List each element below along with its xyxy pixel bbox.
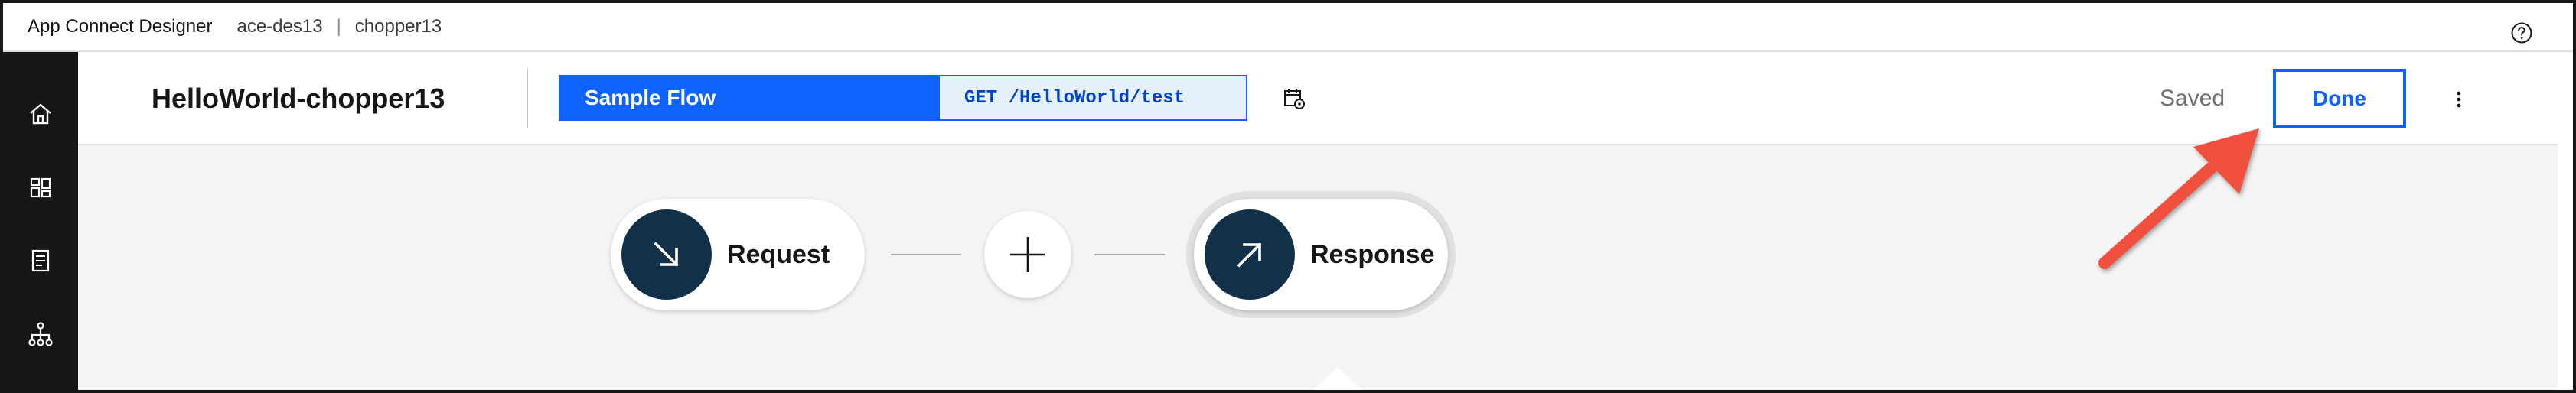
save-status: Saved bbox=[2160, 86, 2225, 111]
help-circle-icon[interactable] bbox=[2510, 21, 2533, 44]
flow-info-pill: Sample Flow GET /HelloWorld/test bbox=[559, 75, 1247, 121]
toolbar-divider bbox=[527, 69, 528, 128]
connector-line bbox=[891, 254, 961, 255]
top-header: App Connect Designer ace-des13 | chopper… bbox=[3, 3, 2573, 52]
instance-name: ace-des13 bbox=[236, 16, 323, 37]
panel-pointer bbox=[1307, 367, 1368, 390]
user-name: chopper13 bbox=[354, 16, 442, 37]
response-node-icon bbox=[1205, 209, 1295, 300]
flow-title[interactable]: HelloWorld-chopper13 bbox=[152, 83, 445, 115]
flow-endpoint[interactable]: GET /HelloWorld/test bbox=[940, 76, 1246, 119]
connector-line bbox=[1094, 254, 1165, 255]
done-button[interactable]: Done bbox=[2273, 69, 2406, 128]
home-icon[interactable] bbox=[26, 99, 55, 128]
arrow-down-right-icon bbox=[654, 242, 679, 267]
catalog-icon[interactable] bbox=[26, 246, 55, 275]
flow-type-label: Sample Flow bbox=[560, 76, 940, 119]
add-icon bbox=[1010, 237, 1045, 272]
dashboard-icon[interactable] bbox=[26, 173, 55, 202]
app-name[interactable]: App Connect Designer bbox=[28, 16, 212, 37]
request-node[interactable]: Request bbox=[611, 199, 865, 310]
request-node-icon bbox=[621, 209, 712, 300]
response-node-label: Response bbox=[1310, 239, 1435, 269]
add-step-button[interactable] bbox=[984, 211, 1071, 298]
network-icon[interactable] bbox=[26, 320, 55, 349]
app-window: App Connect Designer ace-des13 | chopper… bbox=[0, 0, 2576, 393]
response-node[interactable]: Response bbox=[1194, 199, 1448, 310]
calendar-settings-icon[interactable] bbox=[1283, 87, 1306, 110]
overflow-menu-icon[interactable] bbox=[2447, 86, 2470, 113]
arrow-up-right-icon bbox=[1237, 242, 1262, 268]
side-nav bbox=[3, 52, 78, 390]
request-node-label: Request bbox=[727, 239, 830, 269]
annotation-arrow-icon bbox=[2098, 128, 2259, 269]
header-separator: | bbox=[336, 16, 341, 37]
